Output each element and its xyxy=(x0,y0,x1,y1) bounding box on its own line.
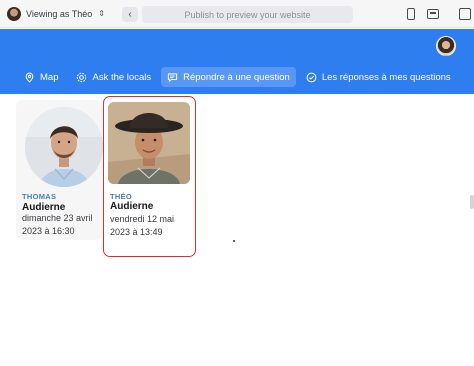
answer-card-thomas[interactable]: THOMAS Audierne dimanche 23 avril 2023 à… xyxy=(16,100,103,240)
viewing-as-label: Viewing as Théo xyxy=(26,9,93,19)
card-date-line1-theo: vendredi 12 mai xyxy=(110,214,175,224)
card-role-theo: THÉO xyxy=(110,192,133,201)
sidebar-toggle-icon[interactable] xyxy=(459,8,471,20)
profile-photo-thomas xyxy=(25,107,103,187)
answer-card-theo[interactable]: THÉO Audierne vendredi 12 mai 2023 à 13:… xyxy=(103,96,196,257)
main-navigation: Map Ask the locals Répondre à une questi… xyxy=(18,67,457,87)
card-date-line2-thomas: 2023 à 16:30 xyxy=(22,226,75,236)
site-header: Map Ask the locals Répondre à une questi… xyxy=(0,29,474,94)
settings-icon xyxy=(77,72,87,82)
card-date-line1-thomas: dimanche 23 avril xyxy=(22,213,93,223)
check-circle-icon xyxy=(306,72,317,82)
nav-label-mes-reponses: Les réponses à mes questions xyxy=(321,71,451,83)
chat-bubble-icon xyxy=(167,72,178,82)
card-date-line2-theo: 2023 à 13:49 xyxy=(110,227,163,237)
nav-label-map: Map xyxy=(40,71,59,83)
scroll-handle[interactable] xyxy=(470,195,474,209)
nav-item-map[interactable]: Map xyxy=(18,67,64,87)
user-avatar[interactable] xyxy=(436,36,456,56)
top-toolbar: Viewing as Théo ⇕ ‹ Publish to preview y… xyxy=(0,0,474,28)
mobile-preview-icon[interactable] xyxy=(407,8,415,20)
profile-photo-theo xyxy=(108,102,190,184)
chevron-left-icon: ‹ xyxy=(128,9,132,20)
back-button[interactable]: ‹ xyxy=(122,7,138,22)
map-pin-icon xyxy=(25,72,34,83)
viewer-avatar xyxy=(7,7,21,21)
card-role-thomas: THOMAS xyxy=(22,192,57,201)
card-name-theo: Audierne xyxy=(110,201,154,212)
nav-label-ask-the-locals: Ask the locals xyxy=(92,71,152,83)
url-bar[interactable]: Publish to preview your website xyxy=(142,6,353,23)
nav-item-repondre[interactable]: Répondre à une question xyxy=(161,67,296,87)
chevron-up-down-icon: ⇕ xyxy=(98,9,105,18)
desktop-preview-icon[interactable] xyxy=(427,9,439,19)
nav-item-ask-the-locals[interactable]: Ask the locals xyxy=(70,67,157,87)
viewing-as-selector[interactable]: Viewing as Théo ⇕ xyxy=(7,6,105,22)
url-placeholder: Publish to preview your website xyxy=(184,9,311,20)
nav-item-mes-reponses[interactable]: Les réponses à mes questions xyxy=(300,67,457,87)
cursor-dot xyxy=(233,240,235,242)
nav-label-repondre: Répondre à une question xyxy=(183,71,290,83)
